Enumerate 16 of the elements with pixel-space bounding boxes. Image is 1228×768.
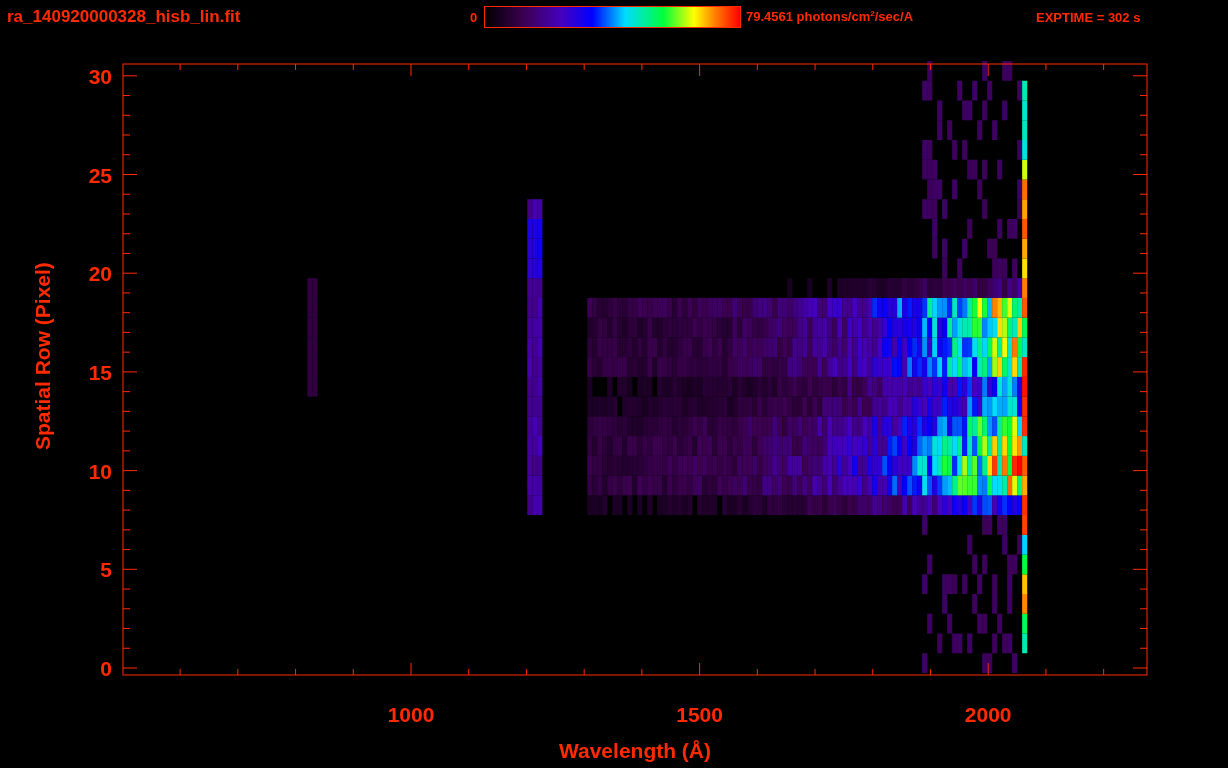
colorbar-max-label: 79.4561 photons/cm$^{2}$/sec/A (745, 9, 915, 25)
y-tick-label: 10 (88, 459, 112, 483)
exposure-time: EXPTIME = 302 s (1036, 9, 1141, 25)
x-tick-label: 1500 (676, 703, 723, 726)
x-tick-label: 1000 (387, 703, 435, 726)
file-name: ra_140920000328_hisb_lin.fit (6, 7, 242, 27)
colorbar-min-label: 0 (470, 9, 479, 25)
y-axis-label: Spatial Row (Pixel) (31, 262, 54, 451)
y-tick-label: 20 (88, 262, 112, 286)
y-tick-label: 15 (88, 360, 112, 384)
y-tick-label: 30 (88, 64, 112, 88)
y-tick-label: 5 (100, 558, 112, 582)
y-tick-label: 0 (100, 657, 112, 680)
x-tick-label: 2000 (964, 703, 1012, 726)
y-tick-label: 25 (88, 163, 112, 187)
x-axis-label: Wavelength (Å) (558, 739, 712, 762)
